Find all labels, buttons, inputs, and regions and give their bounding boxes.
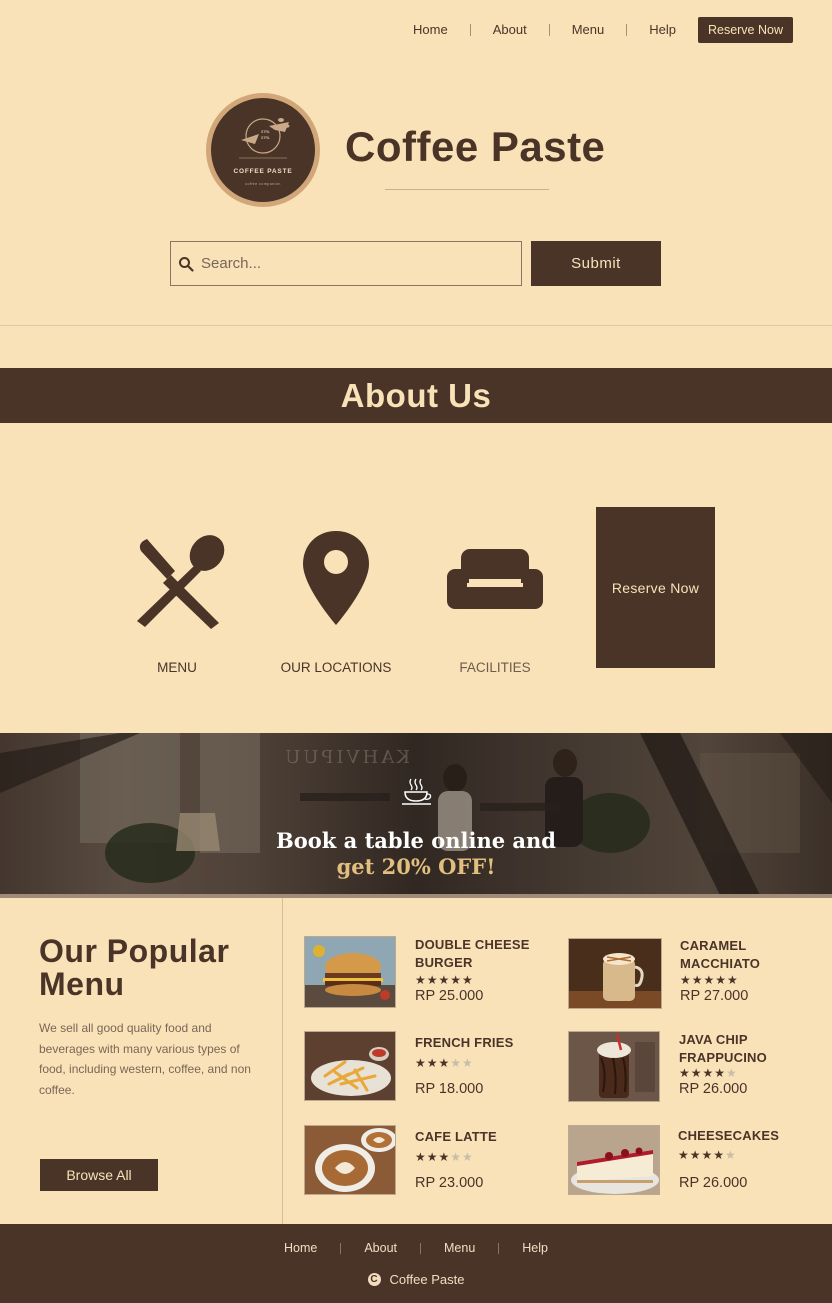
reserve-now-tile[interactable]: Reserve Now [596,507,715,668]
item-name: DOUBLE CHEESE BURGER [415,937,530,970]
top-nav: Home About Menu Help Reserve Now [391,17,793,43]
rating-stars: ★★★★★ [679,1066,738,1080]
item-price: RP 23.000 [415,1175,484,1191]
search-input[interactable] [201,255,501,272]
feature-locations[interactable]: OUR LOCATIONS [271,525,401,675]
logo-badge: STRL STRL COFFEE PASTE coffee companion [211,98,315,202]
svg-text:STRL: STRL [261,136,270,140]
footer-about-link[interactable]: About [341,1241,420,1255]
footer: Home About Menu Help C Coffee Paste [0,1224,832,1303]
coffee-cup-icon [402,778,432,805]
section-divider [0,325,832,326]
footer-home-link[interactable]: Home [261,1241,340,1255]
cafe-latte-image [304,1125,396,1195]
about-title: About Us [340,376,492,414]
footer-help-link[interactable]: Help [499,1241,571,1255]
rating-stars: ★★★★★ [415,973,474,987]
search-icon [171,256,201,272]
promo-banner[interactable]: KAHVIPUU Book a table online and get 20%… [0,733,832,895]
browse-all-button[interactable]: Browse All [40,1159,158,1191]
nav-about-link[interactable]: About [471,17,549,43]
item-price: RP 27.000 [680,988,749,1004]
item-price: RP 26.000 [679,1175,748,1191]
item-name: JAVA CHIP FRAPPUCINO [679,1032,767,1065]
item-price: RP 26.000 [679,1081,748,1097]
promo-text: Book a table online and get 20% OFF! [0,828,832,880]
rating-stars: ★★★★★ [415,1150,474,1164]
map-pin-icon [303,531,369,625]
rating-stars: ★★★★★ [678,1148,737,1162]
about-header: About Us [0,368,832,423]
sofa-icon [447,549,543,609]
logo-wordmark: COFFEE PASTE [233,168,293,175]
caramel-macchiato-image [568,938,662,1009]
copyright-icon: C [367,1273,381,1286]
feature-label-menu: MENU [157,660,197,675]
java-chip-frappucino-image [568,1031,660,1102]
popular-menu-description: We sell all good quality food and bevera… [39,1021,251,1097]
title-divider [385,189,549,190]
item-name: CHEESECAKES [678,1128,780,1143]
feature-menu[interactable]: MENU [112,525,242,675]
coffee-bean-logo-icon: STRL STRL [239,118,290,159]
item-price: RP 18.000 [415,1081,484,1097]
item-name: CARAMEL MACCHIATO [680,938,761,971]
feature-label-facilities: FACILITIES [459,660,531,675]
nav-help-link[interactable]: Help [627,17,698,43]
footer-brand: C Coffee Paste [0,1272,832,1287]
item-price: RP 25.000 [415,988,484,1004]
footer-brand-name: Coffee Paste [389,1272,465,1287]
column-divider [282,898,283,1224]
item-name: CAFE LATTE [415,1129,497,1144]
submit-button[interactable]: Submit [531,241,661,286]
rating-stars: ★★★★★ [415,1056,474,1070]
search-box [170,241,522,286]
footer-nav: Home About Menu Help [0,1241,832,1255]
french-fries-image [304,1031,396,1101]
brand-logo[interactable]: STRL STRL COFFEE PASTE coffee companion [206,93,320,207]
popular-menu-title: Our Popular Menu [39,933,230,1002]
brand-title: Coffee Paste [345,123,606,170]
feature-label-locations: OUR LOCATIONS [280,660,392,675]
rating-stars: ★★★★★ [680,973,739,987]
item-name: FRENCH FRIES [415,1035,514,1050]
promo-line-1: Book a table online and [276,828,556,853]
burger-image [304,936,396,1008]
nav-menu-link[interactable]: Menu [550,17,627,43]
logo-tagline: coffee companion [245,182,281,186]
footer-menu-link[interactable]: Menu [421,1241,498,1255]
svg-text:STRL: STRL [261,130,270,134]
cheesecake-image [568,1125,660,1195]
banner-edge [0,894,832,898]
nav-home-link[interactable]: Home [391,17,470,43]
feature-facilities[interactable]: FACILITIES [430,525,560,675]
promo-line-2: get 20% OFF! [336,854,496,879]
reserve-now-button[interactable]: Reserve Now [697,17,793,43]
utensils-icon [137,535,225,629]
